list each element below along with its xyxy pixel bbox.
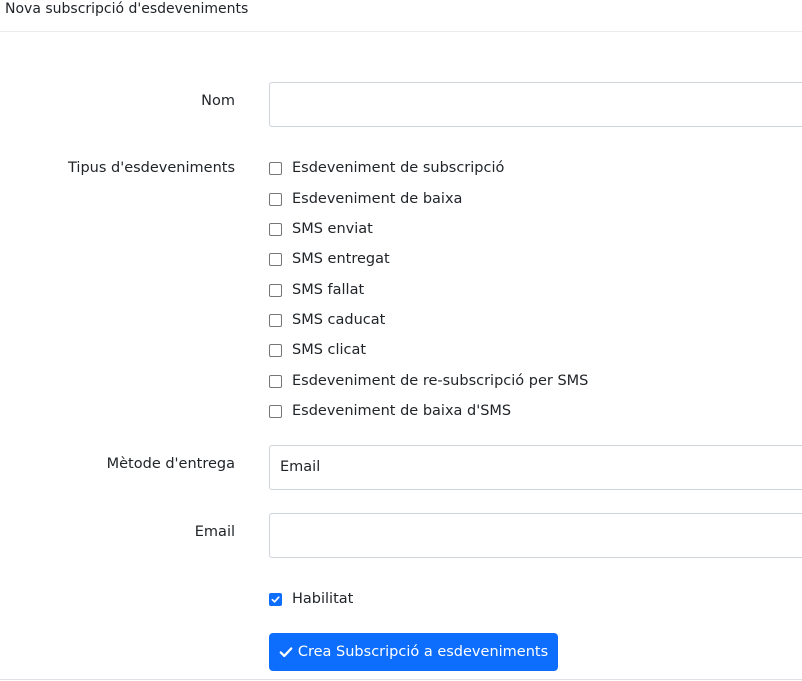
event-type-label: Esdeveniment de baixa <box>292 191 463 207</box>
divider <box>0 679 802 680</box>
event-type-label: SMS entregat <box>292 251 390 267</box>
event-type-label: SMS caducat <box>292 312 386 328</box>
checkbox[interactable] <box>269 313 282 327</box>
checkbox[interactable] <box>269 374 282 388</box>
page-title: Nova subscripció d'esdeveniments <box>0 0 802 32</box>
event-type-label: SMS enviat <box>292 221 373 237</box>
event-type-option[interactable]: SMS clicat <box>269 340 366 360</box>
checkbox[interactable] <box>269 222 282 236</box>
event-type-option[interactable]: Esdeveniment de subscripció <box>269 158 504 178</box>
checkmark-icon <box>271 595 280 603</box>
enabled-label: Habilitat <box>292 591 354 607</box>
checkbox[interactable] <box>269 343 282 357</box>
event-type-label: Esdeveniment de re-subscripció per SMS <box>292 373 589 389</box>
event-type-option[interactable]: SMS caducat <box>269 310 385 330</box>
create-subscription-button[interactable]: Crea Subscripció a esdeveniments <box>269 633 558 671</box>
checkbox[interactable] <box>269 404 282 418</box>
event-types-label: Tipus d'esdeveniments <box>68 160 235 176</box>
delivery-method-label: Mètode d'entrega <box>106 456 235 472</box>
checkbox[interactable] <box>269 161 282 175</box>
checkbox[interactable] <box>269 192 282 206</box>
check-icon <box>279 647 293 658</box>
name-label: Nom <box>201 93 235 109</box>
event-type-option[interactable]: Esdeveniment de re-subscripció per SMS <box>269 371 588 391</box>
event-type-option[interactable]: SMS entregat <box>269 249 390 269</box>
event-type-option[interactable]: Esdeveniment de baixa <box>269 189 462 209</box>
event-type-label: Esdeveniment de baixa d'SMS <box>292 403 512 419</box>
name-input[interactable] <box>269 82 802 127</box>
delivery-method-select[interactable]: Email <box>269 445 802 490</box>
checkbox[interactable] <box>269 252 282 266</box>
enabled-option[interactable]: Habilitat <box>269 589 353 609</box>
event-type-label: Esdeveniment de subscripció <box>292 160 505 176</box>
email-label: Email <box>194 524 235 540</box>
checkbox[interactable] <box>269 283 282 297</box>
event-type-label: SMS fallat <box>292 282 365 298</box>
event-type-option[interactable]: SMS enviat <box>269 219 373 239</box>
email-input[interactable] <box>269 513 802 558</box>
create-subscription-label: Crea Subscripció a esdeveniments <box>297 644 549 660</box>
event-type-option[interactable]: Esdeveniment de baixa d'SMS <box>269 401 511 421</box>
event-type-label: SMS clicat <box>292 342 367 358</box>
enabled-checkbox[interactable] <box>269 592 282 606</box>
event-type-option[interactable]: SMS fallat <box>269 280 364 300</box>
